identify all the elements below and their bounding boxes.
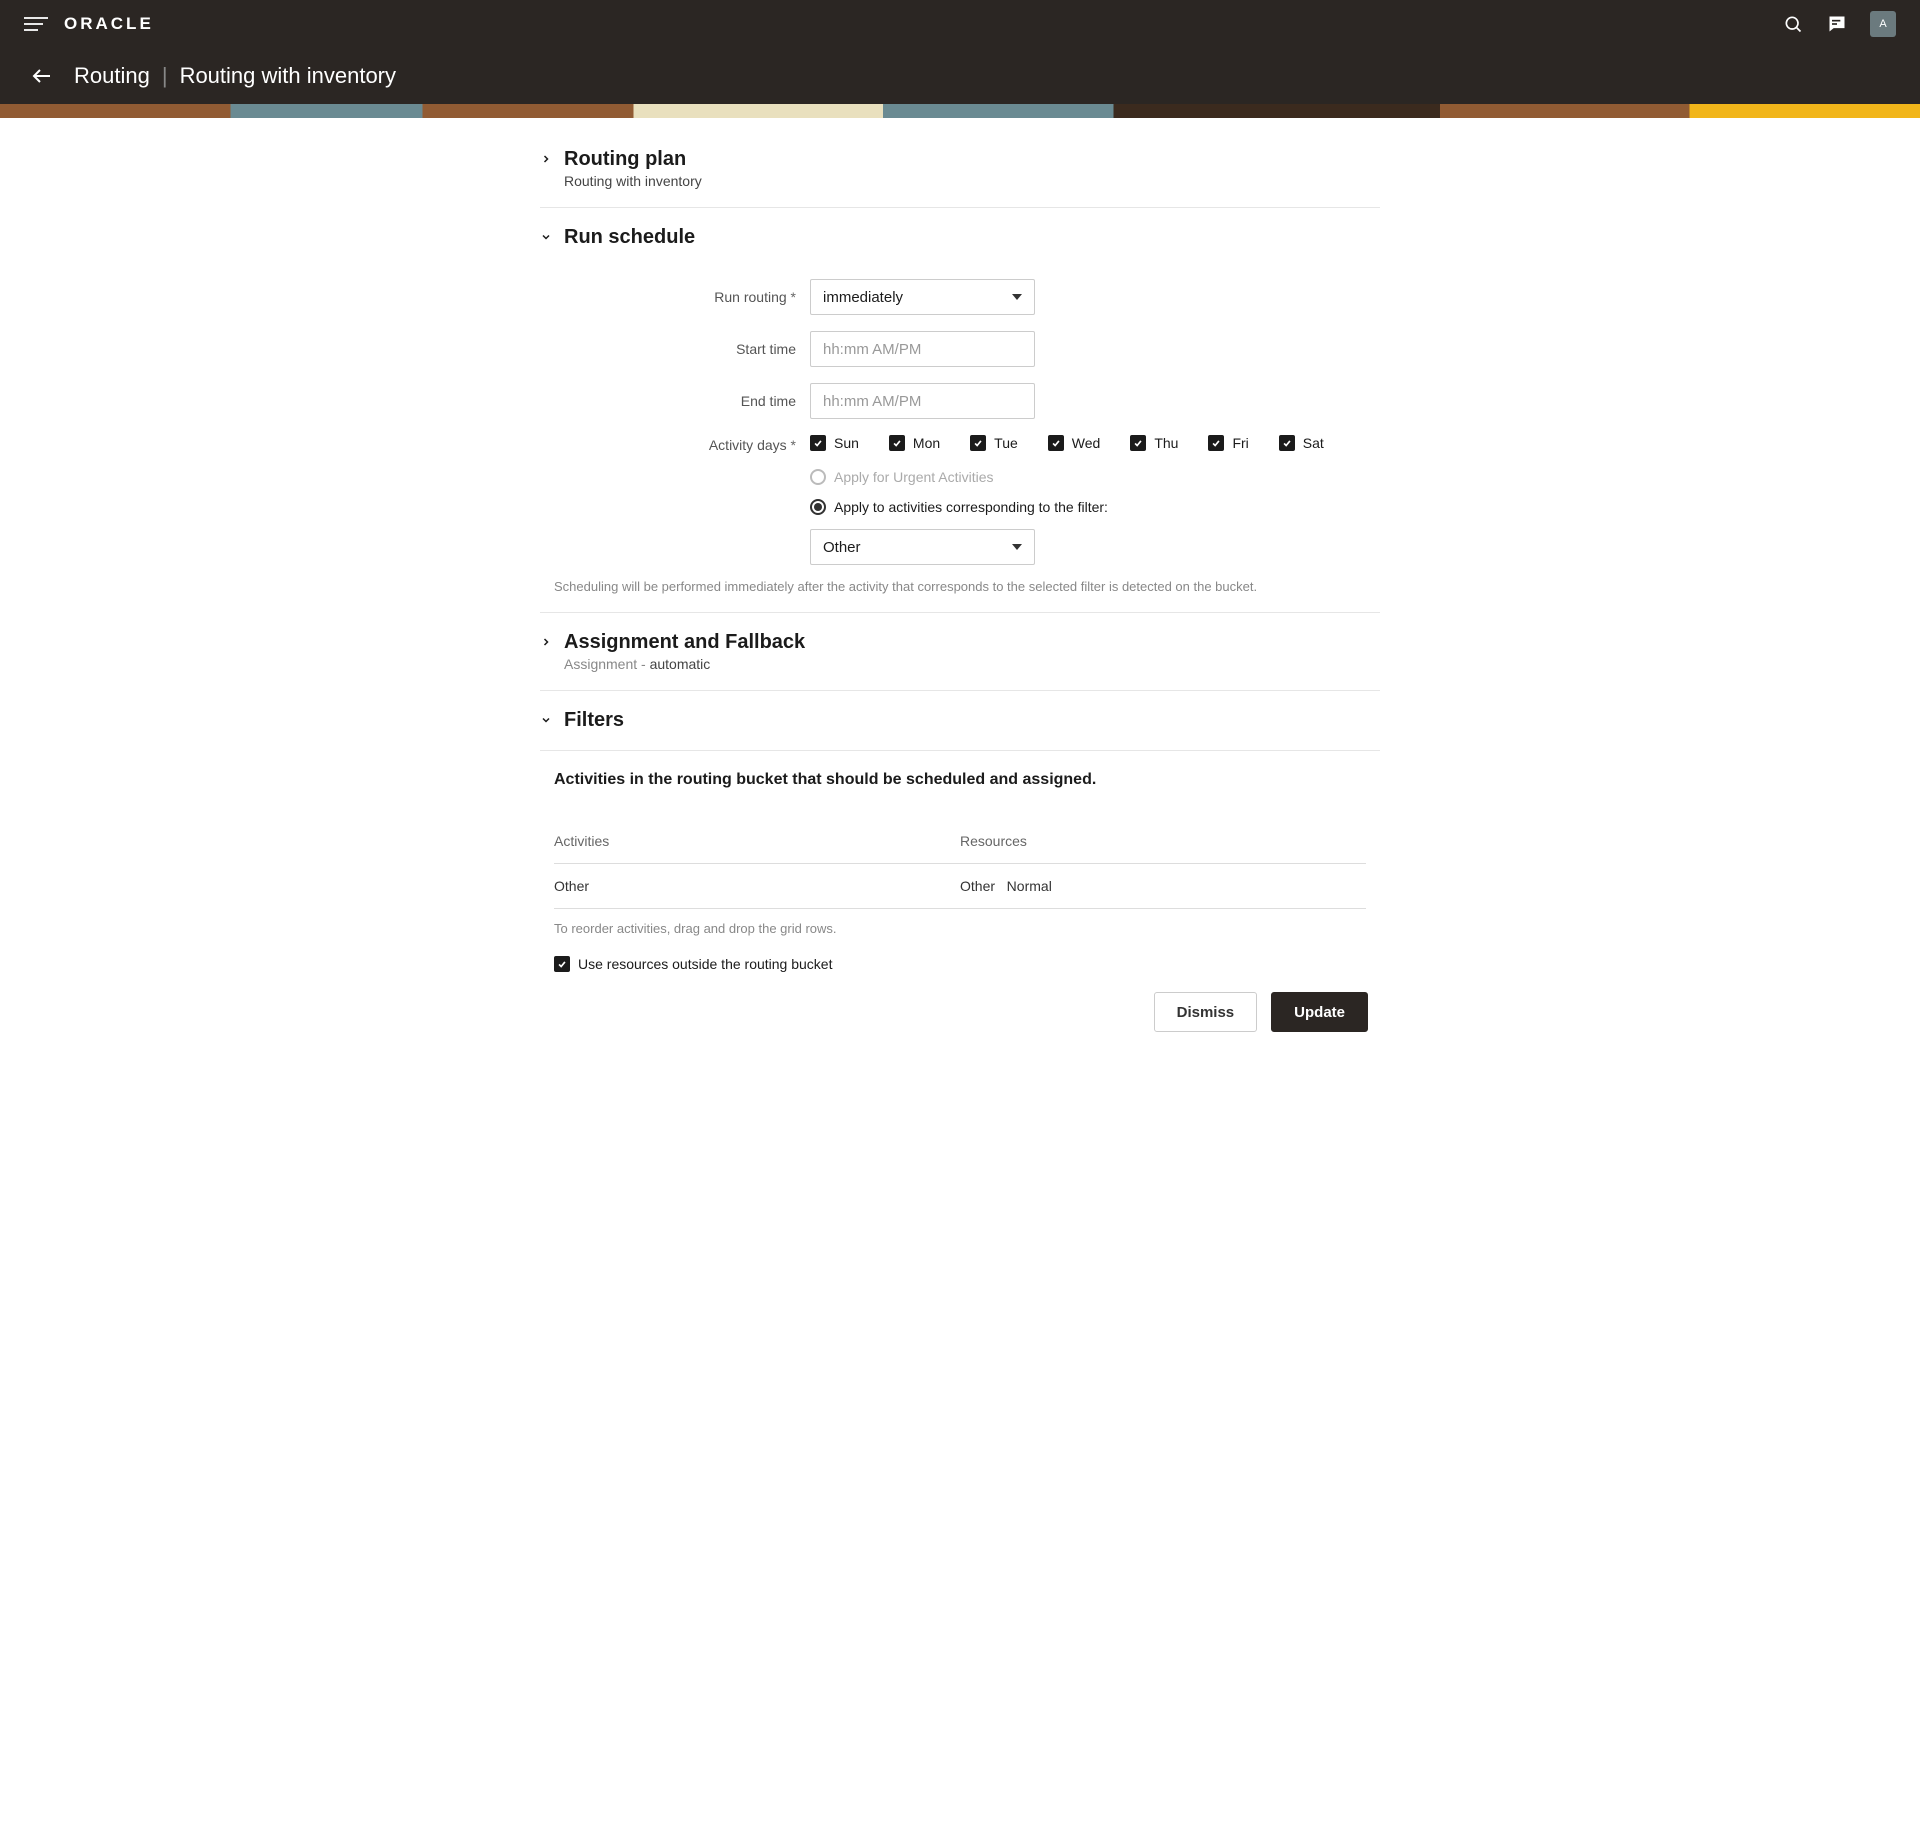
section-assignment: Assignment and Fallback Assignment - aut… <box>540 613 1380 691</box>
back-arrow-icon[interactable] <box>30 64 54 88</box>
section-routing-plan: Routing plan Routing with inventory <box>540 148 1380 208</box>
dismiss-button[interactable]: Dismiss <box>1154 992 1258 1032</box>
apply-filter-radio[interactable]: Apply to activities corresponding to the… <box>810 499 1380 515</box>
search-icon[interactable] <box>1782 13 1804 35</box>
section-header-routing-plan[interactable]: Routing plan Routing with inventory <box>540 148 1380 189</box>
end-time-input[interactable] <box>810 383 1035 419</box>
decorative-pattern-strip <box>0 104 1920 118</box>
caret-down-icon <box>1012 294 1022 300</box>
section-title: Run schedule <box>564 226 695 249</box>
start-time-label: Start time <box>540 341 810 357</box>
breadcrumb-current: Routing with inventory <box>180 63 396 89</box>
section-subtitle: Routing with inventory <box>564 173 702 189</box>
urgent-activities-radio: Apply for Urgent Activities <box>810 469 1380 485</box>
section-header-run-schedule[interactable]: Run schedule <box>540 226 1380 249</box>
chevron-down-icon <box>540 713 556 729</box>
day-checkbox-sat[interactable]: Sat <box>1279 435 1324 451</box>
chevron-right-icon <box>540 152 556 168</box>
section-title: Assignment and Fallback <box>564 631 805 654</box>
section-header-filters[interactable]: Filters <box>540 709 1380 751</box>
update-button[interactable]: Update <box>1271 992 1368 1032</box>
day-checkbox-thu[interactable]: Thu <box>1130 435 1178 451</box>
chevron-right-icon <box>540 635 556 651</box>
col-header-resources: Resources <box>960 833 1366 849</box>
cell-resources: Other Normal <box>960 878 1366 894</box>
filters-grid: Activities Resources Other Other Normal <box>554 819 1366 909</box>
day-checkbox-sun[interactable]: Sun <box>810 435 859 451</box>
day-checkbox-wed[interactable]: Wed <box>1048 435 1101 451</box>
section-run-schedule: Run schedule Run routing * immediately S… <box>540 208 1380 613</box>
outside-bucket-checkbox[interactable]: Use resources outside the routing bucket <box>554 956 1380 972</box>
filter-select[interactable]: Other <box>810 529 1035 565</box>
cell-activities: Other <box>554 878 960 894</box>
avatar[interactable]: A <box>1870 11 1896 37</box>
filters-heading: Activities in the routing bucket that sh… <box>554 771 1380 789</box>
schedule-hint: Scheduling will be performed immediately… <box>554 579 1380 594</box>
chat-icon[interactable] <box>1826 13 1848 35</box>
run-routing-select[interactable]: immediately <box>810 279 1035 315</box>
day-checkbox-mon[interactable]: Mon <box>889 435 940 451</box>
start-time-input[interactable] <box>810 331 1035 367</box>
end-time-label: End time <box>540 393 810 409</box>
hamburger-menu-icon[interactable] <box>24 12 48 36</box>
section-subtitle: Assignment - automatic <box>564 656 805 672</box>
top-bar: ORACLE A <box>0 0 1920 48</box>
col-header-activities: Activities <box>554 833 960 849</box>
run-routing-label: Run routing * <box>540 289 810 305</box>
caret-down-icon <box>1012 544 1022 550</box>
section-header-assignment[interactable]: Assignment and Fallback Assignment - aut… <box>540 631 1380 672</box>
breadcrumb-separator: | <box>162 63 168 89</box>
grid-header-row: Activities Resources <box>554 819 1366 864</box>
reorder-hint: To reorder activities, drag and drop the… <box>554 921 1380 936</box>
grid-data-row[interactable]: Other Other Normal <box>554 864 1366 909</box>
breadcrumb-parent[interactable]: Routing <box>74 63 150 89</box>
breadcrumb: Routing | Routing with inventory <box>74 63 396 89</box>
section-title: Filters <box>564 709 624 732</box>
activity-days-label: Activity days * <box>540 435 810 453</box>
day-checkbox-fri[interactable]: Fri <box>1208 435 1248 451</box>
oracle-logo: ORACLE <box>64 14 154 34</box>
section-title: Routing plan <box>564 148 702 171</box>
day-checkbox-tue[interactable]: Tue <box>970 435 1018 451</box>
sub-header: Routing | Routing with inventory <box>0 48 1920 104</box>
chevron-down-icon <box>540 230 556 246</box>
section-filters: Filters Activities in the routing bucket… <box>540 691 1380 1050</box>
